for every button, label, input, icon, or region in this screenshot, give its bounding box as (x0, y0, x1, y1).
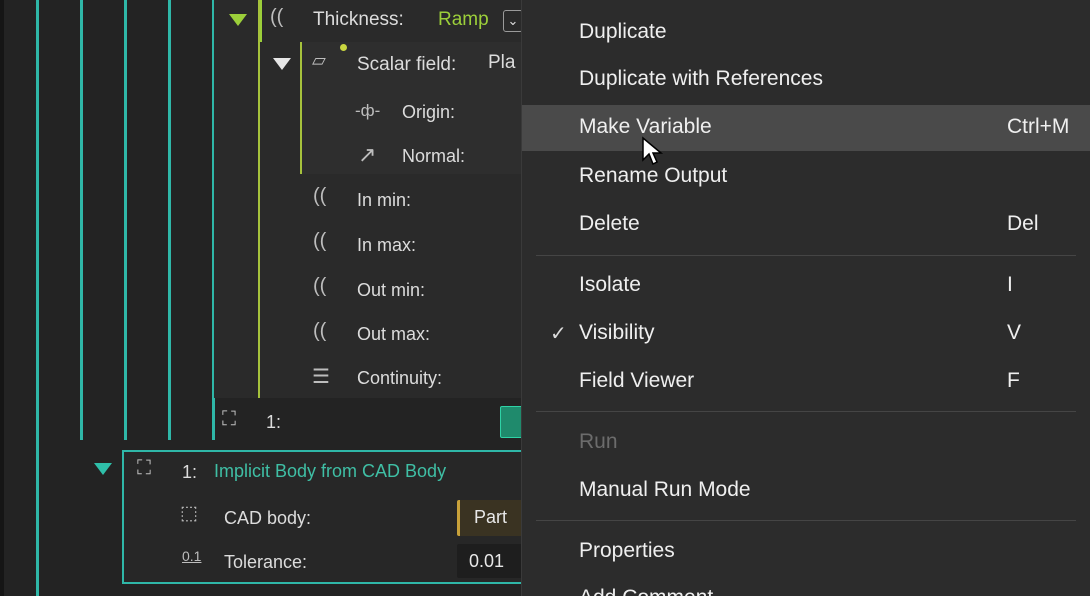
tolerance-label: Tolerance: (224, 552, 308, 572)
menu-item-label: Manual Run Mode (579, 478, 751, 501)
tree-guide-line (258, 0, 260, 398)
menu-item-run: Run (522, 420, 1090, 466)
status-dot (340, 44, 347, 51)
menu-item-shortcut: F (1007, 369, 1020, 392)
out-max-label: Out max: (357, 324, 431, 344)
menu-item-label: Add Comment (579, 586, 713, 596)
thickness-label: Thickness: (313, 9, 404, 30)
cad-body-field[interactable]: Part (457, 500, 526, 536)
in-max-label: In max: (357, 235, 417, 255)
menu-item-label: Duplicate with References (579, 67, 823, 90)
tree-guide-line (124, 0, 127, 440)
tree-guide-line (0, 0, 4, 596)
scalar-field-value: Pla (488, 52, 516, 73)
menu-item-properties[interactable]: Properties (522, 529, 1090, 575)
menu-item-label: Visibility (579, 321, 655, 344)
collapse-triangle-icon[interactable] (273, 58, 291, 70)
ramp-icon: (( (313, 320, 327, 342)
in-min-label: In min: (357, 190, 412, 210)
cursor-icon (642, 136, 664, 166)
menu-item-isolate[interactable]: Isolate I (522, 263, 1090, 309)
collapse-triangle-icon[interactable] (94, 463, 112, 475)
cad-body-icon: ⛶ (137, 457, 151, 479)
origin-label: Origin: (402, 102, 456, 122)
cad-body-value: Part (474, 507, 508, 527)
origin-icon: -ф- (355, 101, 381, 120)
tree-guide-line (168, 0, 171, 440)
scalar-field-label: Scalar field: (357, 54, 457, 75)
cad-body-icon: ⬚ (180, 503, 198, 524)
menu-item-delete[interactable]: Delete Del (522, 202, 1090, 248)
menu-item-duplicate-with-references[interactable]: Duplicate with References (522, 57, 1090, 103)
menu-item-rename-output[interactable]: Rename Output (522, 154, 1090, 200)
menu-item-field-viewer[interactable]: Field Viewer F (522, 359, 1090, 405)
normal-label: Normal: (402, 146, 466, 166)
menu-item-label: Field Viewer (579, 369, 695, 392)
vector-icon: ↗ (358, 142, 377, 167)
menu-item-make-variable[interactable]: Make Variable Ctrl+M (522, 105, 1090, 151)
menu-item-shortcut: V (1007, 321, 1022, 344)
tree-guide-line (36, 0, 39, 596)
tree-guide-line (80, 0, 83, 440)
collapse-triangle-icon[interactable] (229, 14, 247, 26)
thickness-value: Ramp (438, 9, 489, 30)
continuity-label: Continuity: (357, 368, 443, 388)
menu-separator (536, 411, 1076, 412)
menu-item-label: Properties (579, 539, 675, 562)
cad-body-icon: ⛶ (222, 408, 236, 430)
checkmark-icon: ✓ (550, 323, 567, 345)
menu-separator (536, 255, 1076, 256)
menu-separator (536, 520, 1076, 521)
decimal-icon: 0.1 (182, 548, 202, 564)
thickness-dropdown-chevron-icon[interactable]: ⌄ (503, 10, 523, 32)
ramp-icon: (( (313, 230, 327, 252)
menu-item-label: Run (579, 430, 618, 453)
out-min-label: Out min: (357, 280, 426, 300)
menu-item-manual-run-mode[interactable]: Manual Run Mode (522, 468, 1090, 514)
tolerance-field[interactable]: 0.01 (457, 544, 523, 578)
implicit-body-title: Implicit Body from CAD Body (214, 461, 447, 481)
menu-item-label: Isolate (579, 273, 641, 296)
tree-guide-line (260, 0, 262, 42)
menu-item-visibility[interactable]: ✓ Visibility V (522, 311, 1090, 357)
list-icon: ☰ (312, 366, 330, 388)
tolerance-value: 0.01 (469, 551, 505, 571)
implicit-body-index: 1: (182, 462, 198, 482)
context-menu: Duplicate Duplicate with References Make… (521, 0, 1090, 596)
menu-item-shortcut: Ctrl+M (1007, 115, 1070, 138)
menu-item-label: Duplicate (579, 20, 667, 43)
menu-item-shortcut: Del (1007, 212, 1039, 235)
plane-icon: ▱ (312, 50, 326, 70)
node-tree-panel: (( Thickness: Ramp ⌄ ▱ Scalar field: Pla… (0, 0, 530, 596)
menu-item-duplicate[interactable]: Duplicate (522, 10, 1090, 56)
ramp-icon: (( (313, 185, 327, 207)
menu-item-add-comment[interactable]: Add Comment (522, 576, 1090, 596)
cad-body-label: CAD body: (224, 508, 312, 528)
menu-item-label: Delete (579, 212, 640, 235)
ramp-icon: (( (313, 275, 327, 297)
ramp-icon: (( (270, 6, 284, 28)
menu-item-shortcut: I (1007, 273, 1013, 296)
ref-row-index: 1: (266, 412, 282, 432)
